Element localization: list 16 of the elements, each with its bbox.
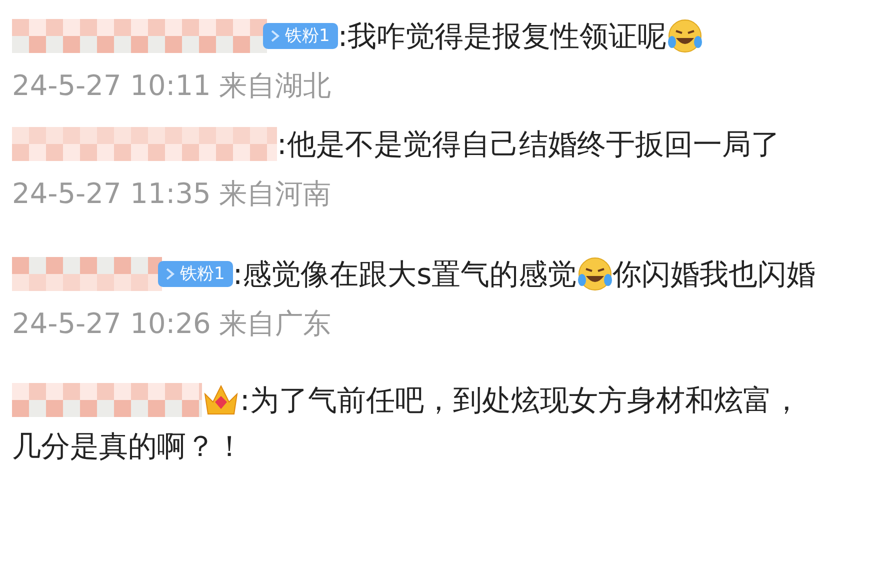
comment-location: 来自湖北 — [218, 68, 331, 104]
comment-text: 几分是真的啊？！ — [12, 429, 244, 464]
comment-text: :感觉像在跟大s置气的感觉 — [232, 257, 577, 292]
comment-text: :为了气前任吧，到处炫现女方身材和炫富， — [240, 383, 801, 418]
fan-badge: 铁粉1 — [263, 23, 338, 50]
comment-text: :我咋觉得是报复性领证呢 — [338, 19, 667, 54]
fan-badge: 铁粉1 — [158, 261, 233, 288]
comment-location: 来自广东 — [218, 306, 331, 342]
emoji-icon — [576, 256, 613, 292]
comment-time: 24-5-27 11:35 — [12, 176, 211, 212]
emoji-icon — [666, 18, 703, 54]
comment-time: 24-5-27 10:26 — [12, 306, 211, 342]
comment-location: 来自河南 — [218, 176, 331, 212]
comment-time: 24-5-27 10:11 — [12, 68, 211, 104]
comment-text: :他是不是觉得自己结婚终于扳回一局了 — [277, 127, 780, 162]
comment-text: 你闪婚我也闪婚 — [612, 257, 816, 292]
